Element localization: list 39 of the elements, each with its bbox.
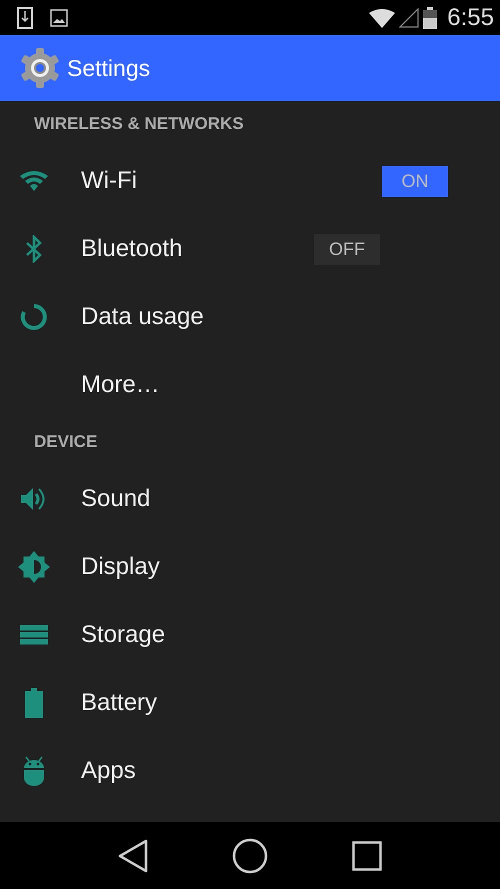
image-icon (50, 8, 68, 26)
item-label: More… (81, 371, 160, 399)
wifi-icon (20, 170, 48, 192)
section-header: WIRELESS & NETWORKS (33, 113, 245, 135)
clock-time: 6:55 (447, 4, 494, 32)
item-label: Display (81, 553, 160, 581)
back-icon[interactable] (118, 838, 148, 872)
settings-item[interactable]: Storage (0, 601, 500, 669)
brightness-icon (18, 551, 50, 583)
item-label: Sound (81, 485, 150, 513)
section-header: DEVICE (33, 431, 98, 453)
speaker-icon (20, 486, 48, 512)
settings-item[interactable]: More… (0, 351, 500, 419)
item-label: Battery (81, 689, 158, 717)
screen-title: Settings (67, 54, 150, 82)
storage-icon (20, 625, 48, 645)
item-label: Bluetooth (81, 235, 182, 263)
item-label: Apps (81, 757, 136, 785)
settings-item[interactable]: Wi-Fi ON (0, 147, 500, 215)
recents-icon[interactable] (352, 840, 382, 870)
home-icon[interactable] (232, 838, 268, 874)
item-label: Data usage (81, 303, 204, 331)
android-icon (22, 756, 44, 786)
wifi-signal-icon (369, 8, 396, 28)
download-icon (17, 6, 33, 28)
settings-item[interactable]: Apps (0, 737, 500, 805)
settings-item[interactable]: Bluetooth OFF (0, 215, 500, 283)
settings-item[interactable]: Battery (0, 669, 500, 737)
settings-item[interactable]: Sound (0, 465, 500, 533)
settings-item[interactable]: Data usage (0, 283, 500, 351)
battery-icon (423, 6, 438, 28)
gear-icon (19, 47, 61, 89)
item-label: Wi-Fi (81, 167, 137, 195)
item-label: Storage (81, 621, 166, 649)
settings-item[interactable]: Display (0, 533, 500, 601)
battery-icon (24, 688, 42, 718)
bluetooth-icon (24, 235, 42, 263)
cell-signal-icon (399, 8, 420, 28)
toggle-switch[interactable]: OFF (314, 234, 448, 264)
